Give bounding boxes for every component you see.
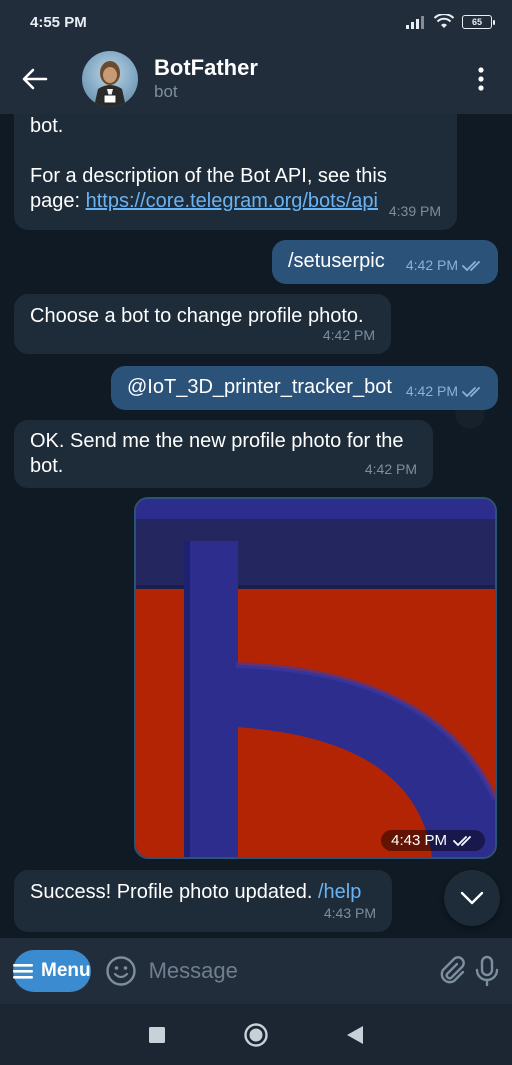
botfather-avatar-image (94, 61, 126, 107)
message-text: OK. Send me the new profile photo for th… (30, 430, 404, 477)
message-time: 4:42 PM (322, 327, 375, 343)
chevron-down-icon (460, 891, 484, 905)
message-text-partial: bot. (30, 115, 64, 137)
emoji-icon (105, 956, 136, 986)
bot-menu-button[interactable]: Menu (13, 950, 91, 992)
message-time: 4:42 PM (405, 257, 458, 273)
signal-icon (406, 16, 424, 29)
more-vertical-icon (478, 67, 484, 91)
wifi-icon (434, 14, 454, 28)
back-button[interactable] (0, 44, 70, 114)
message-input-bar: Menu (0, 938, 512, 1004)
battery-level: 65 (471, 17, 482, 27)
double-check-icon (462, 386, 480, 397)
message-time: 4:43 PM (323, 905, 376, 921)
help-command-link[interactable]: /help (318, 881, 361, 903)
message-time: 4:43 PM (391, 832, 447, 849)
status-time: 4:55 PM (30, 13, 87, 31)
more-options-button[interactable] (450, 44, 512, 114)
double-check-icon (453, 835, 471, 846)
chat-title: BotFather (154, 55, 258, 80)
microphone-icon (475, 955, 499, 987)
chat-subtitle: bot (154, 82, 178, 101)
message-text: @IoT_3D_printer_tracker_bot (127, 376, 392, 398)
message-incoming[interactable]: bot. For a description of the Bot API, s… (14, 114, 457, 230)
back-arrow-icon (22, 68, 48, 90)
message-text: /setuserpic (288, 250, 385, 272)
chat-title-block[interactable]: BotFather bot (154, 55, 450, 103)
menu-button-label: Menu (41, 960, 91, 981)
voice-message-button[interactable] (470, 945, 504, 997)
nav-triangle-icon[interactable] (346, 1025, 364, 1045)
message-time: 4:42 PM (405, 383, 458, 399)
message-incoming[interactable]: Choose a bot to change profile photo. 4:… (14, 294, 391, 354)
emoji-button[interactable] (105, 953, 137, 989)
attach-button[interactable] (437, 945, 471, 997)
photo-message[interactable]: 4:43 PM (134, 497, 497, 859)
status-icons: 65 (406, 14, 495, 30)
battery-icon: 65 (462, 15, 495, 29)
scroll-down-button[interactable] (444, 870, 500, 926)
profile-photo-image (136, 499, 495, 857)
message-text: Success! Profile photo updated. (30, 881, 318, 903)
message-outgoing[interactable]: /setuserpic 4:42 PM (272, 240, 498, 284)
message-list[interactable]: bot. For a description of the Bot API, s… (0, 114, 512, 938)
chat-header: BotFather bot (0, 44, 512, 114)
menu-icon (13, 964, 33, 979)
message-incoming[interactable]: OK. Send me the new profile photo for th… (14, 420, 433, 488)
nav-circle-icon[interactable] (243, 1022, 269, 1048)
message-meta: 4:42 PM (406, 253, 484, 278)
api-link[interactable]: https://core.telegram.org/bots/api (86, 190, 378, 212)
nav-square-icon[interactable] (148, 1026, 166, 1044)
message-outgoing[interactable]: @IoT_3D_printer_tracker_bot 4:42 PM (111, 366, 498, 410)
message-time: 4:42 PM (364, 461, 417, 477)
message-input[interactable] (148, 958, 437, 984)
paperclip-icon (441, 956, 466, 984)
avatar[interactable] (82, 51, 138, 107)
photo-meta: 4:43 PM (381, 830, 485, 851)
double-check-icon (462, 260, 480, 271)
message-text: Choose a bot to change profile photo. (30, 305, 364, 327)
message-incoming[interactable]: Success! Profile photo updated. /help 4:… (14, 870, 392, 932)
system-navigation-bar (0, 1004, 512, 1065)
status-bar: 4:55 PM 65 (0, 0, 512, 44)
message-time: 4:39 PM (388, 203, 441, 219)
message-text: For a description of the Bot API, see th… (30, 164, 441, 214)
message-meta: 4:42 PM (406, 379, 484, 404)
